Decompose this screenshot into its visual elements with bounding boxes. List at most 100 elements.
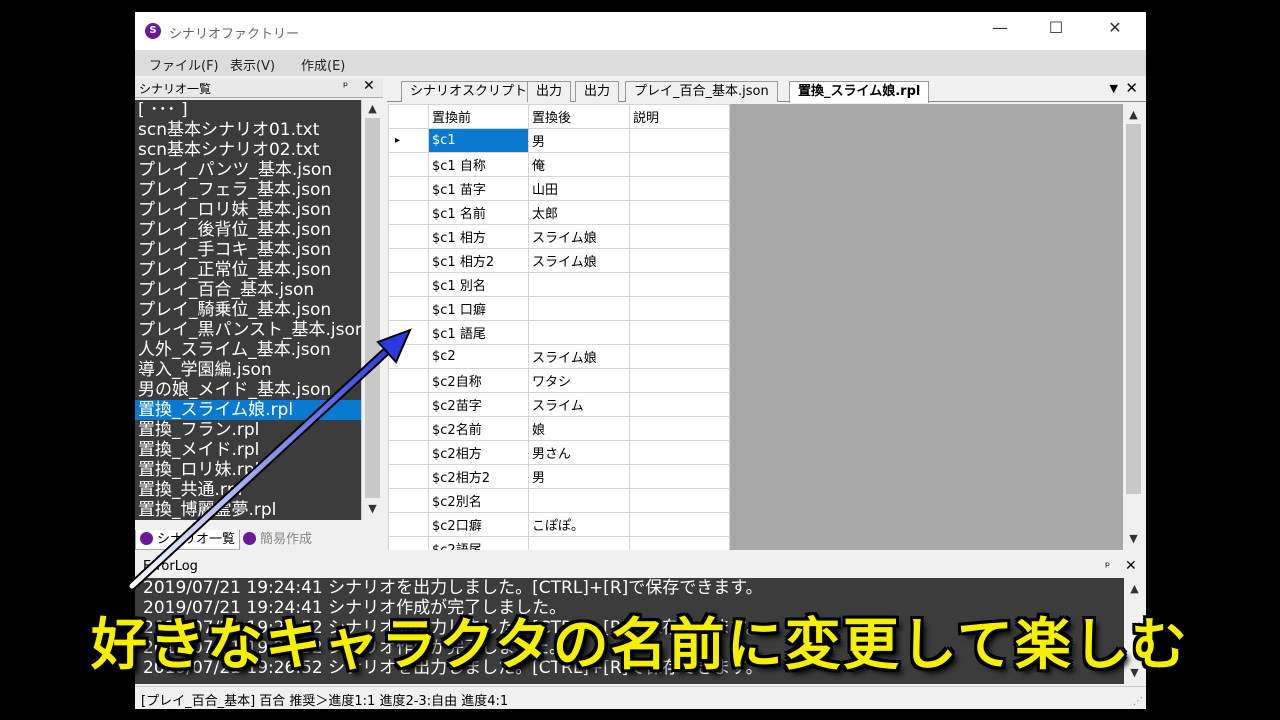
scenario-file-item[interactable]: プレイ_百合_基本.json [135,280,361,300]
cell-after[interactable]: スライム娘 [528,224,630,249]
scroll-up-icon[interactable]: ▲ [1124,582,1145,595]
scenario-file-item[interactable]: プレイ_手コキ_基本.json [135,240,361,260]
grid-row[interactable]: $c2別名 [388,488,730,513]
row-header[interactable] [388,152,429,177]
scenario-file-item[interactable]: プレイ_フェラ_基本.json [135,180,361,200]
scroll-down-icon[interactable]: ▼ [362,502,383,515]
grid-row[interactable]: $c2苗字 スライム [388,392,730,417]
cell-after[interactable]: スライム [528,392,630,417]
cell-before[interactable]: $c1 苗字 [428,176,529,201]
cell-description[interactable] [629,128,730,153]
scenario-file-item[interactable]: プレイ_黒パンスト_基本.json [135,320,361,340]
dropdown-icon[interactable]: ▼ [1110,82,1118,95]
grid-scrollbar[interactable]: ▲ ▼ [1123,104,1144,550]
cell-before[interactable]: $c2別名 [428,488,529,513]
cell-description[interactable] [629,248,730,273]
minimize-button[interactable]: — [977,12,1023,44]
close-icon[interactable]: ✕ [363,78,375,94]
cell-description[interactable] [629,272,730,297]
tab-simple-create[interactable]: 簡易作成 [239,530,316,550]
menu-file[interactable]: ファイル(F) [149,55,219,74]
row-header[interactable] [388,392,429,417]
row-header[interactable] [388,344,429,369]
cell-description[interactable] [629,536,730,550]
cell-description[interactable] [629,512,730,537]
scenario-file-item[interactable]: プレイ_後背位_基本.json [135,220,361,240]
cell-before[interactable]: $c1 相方 [428,224,529,249]
close-icon[interactable]: ✕ [1125,558,1137,574]
cell-before[interactable]: $c1 名前 [428,200,529,225]
grid-row[interactable]: $c1 自称俺 [388,152,730,177]
cell-after[interactable]: ワタシ [528,368,630,393]
row-header[interactable] [388,224,429,249]
cell-before[interactable]: $c2苗字 [428,392,529,417]
cell-description[interactable] [629,344,730,369]
scenario-file-item[interactable]: 導入_学園編.json [135,360,361,380]
scenario-file-item[interactable]: プレイ_騎乗位_基本.json [135,300,361,320]
scenario-file-item[interactable]: 置換_メイド.rpl [135,440,361,460]
cell-description[interactable] [629,464,730,489]
grid-row[interactable]: ▸ $c1 男 [388,128,730,153]
column-header-before[interactable]: 置換前 [428,104,529,129]
cell-before[interactable]: $c2口癖 [428,512,529,537]
row-header[interactable] [388,512,429,537]
pin-icon[interactable]: ᵖ [343,79,348,93]
cell-before[interactable]: $c2自称 [428,368,529,393]
cell-after[interactable] [528,272,630,297]
row-header[interactable] [388,488,429,513]
tab-yuri-json[interactable]: プレイ_百合_基本.json [625,81,778,102]
row-header[interactable] [388,440,429,465]
cell-before[interactable]: $c1 口癖 [428,296,529,321]
row-header[interactable] [388,248,429,273]
cell-after[interactable]: 男 [528,464,630,489]
cell-after[interactable] [528,320,630,345]
cell-description[interactable] [629,368,730,393]
scenario-file-item[interactable]: scn基本シナリオ01.txt [135,120,361,140]
cell-before[interactable]: $c1 相方2 [428,248,529,273]
scroll-thumb[interactable] [1126,124,1141,494]
cell-after[interactable]: スライム娘 [528,344,630,369]
menu-view[interactable]: 表示(V) [230,55,275,74]
scenario-file-item[interactable]: scn基本シナリオ02.txt [135,140,361,160]
scenario-file-item[interactable]: [ ･･･ ] [135,100,361,120]
scenario-file-item[interactable]: プレイ_パンツ_基本.json [135,160,361,180]
row-header[interactable] [388,368,429,393]
grid-row[interactable]: $c2自称 ワタシ [388,368,730,393]
grid-row[interactable]: $c1 口癖 [388,296,730,321]
tab-scenario-script[interactable]: シナリオスクリプト [401,81,537,102]
row-header[interactable] [388,200,429,225]
scenario-file-item[interactable]: 男の娘_メイド_基本.json [135,380,361,400]
close-button[interactable]: ✕ [1092,12,1138,44]
row-header[interactable]: ▸ [388,128,429,153]
grid-row[interactable]: $c1 相方 スライム娘 [388,224,730,249]
tab-scenario-list[interactable]: シナリオ一覧 [135,530,241,550]
grid-row[interactable]: $c1 相方2 スライム娘 [388,248,730,273]
tab-output-1[interactable]: 出力 [527,81,572,102]
scenario-file-item[interactable]: 置換_フラン.rpl [135,420,361,440]
maximize-button[interactable]: ☐ [1033,12,1079,44]
row-header[interactable] [388,416,429,441]
row-header[interactable] [388,464,429,489]
cell-after[interactable] [528,296,630,321]
scroll-up-icon[interactable]: ▲ [1123,108,1144,121]
scroll-thumb[interactable] [365,118,380,498]
column-header-after[interactable]: 置換後 [528,104,630,129]
menu-create[interactable]: 作成(E) [301,55,345,74]
grid-row[interactable]: $c2語尾 [388,536,730,550]
grid-row[interactable]: $c1 苗字 山田 [388,176,730,201]
grid-row[interactable]: $c2相方2 男 [388,464,730,489]
cell-description[interactable] [629,224,730,249]
grid-row[interactable]: $c2相方 男さん [388,440,730,465]
row-header[interactable] [388,320,429,345]
cell-before[interactable]: $c2相方2 [428,464,529,489]
scroll-down-icon[interactable]: ▼ [1123,532,1144,545]
cell-before[interactable]: $c2語尾 [428,536,529,550]
cell-after[interactable]: スライム娘 [528,248,630,273]
cell-description[interactable] [629,200,730,225]
tab-slime-rpl[interactable]: 置換_スライム娘.rpl [789,81,930,103]
column-header-description[interactable]: 説明 [629,104,730,129]
cell-after[interactable] [528,488,630,513]
cell-description[interactable] [629,176,730,201]
tab-output-2[interactable]: 出力 [575,81,620,102]
grid-row[interactable]: $c2名前娘 [388,416,730,441]
